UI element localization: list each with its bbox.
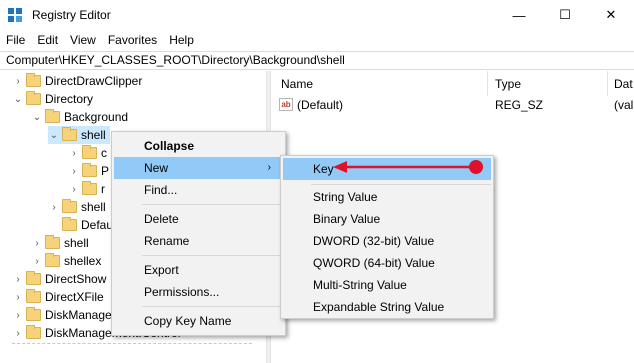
menu-item-collapse[interactable]: Collapse (114, 135, 283, 157)
folder-icon (26, 271, 41, 285)
maximize-button[interactable]: ☐ (542, 0, 588, 30)
expand-chevron-icon[interactable]: › (12, 288, 24, 306)
new-submenu: Key String Value Binary Value DWORD (32-… (280, 155, 494, 319)
column-divider[interactable] (607, 71, 608, 96)
value-data: (val (614, 98, 634, 112)
folder-icon (26, 289, 41, 303)
expand-chevron-icon[interactable]: › (12, 306, 24, 324)
expand-chevron-icon[interactable]: › (31, 234, 43, 252)
tree-item[interactable]: ⌄ Directory (12, 90, 93, 108)
expand-chevron-icon[interactable]: › (68, 162, 80, 180)
collapse-chevron-icon[interactable]: ⌄ (31, 108, 43, 126)
value-name: (Default) (297, 98, 344, 112)
menu-view[interactable]: View (64, 33, 102, 47)
menu-item-new[interactable]: New › (114, 157, 283, 179)
expand-chevron-icon[interactable]: › (68, 144, 80, 162)
menu-item-rename[interactable]: Rename (114, 230, 283, 252)
column-divider[interactable] (487, 71, 488, 96)
title-bar: Registry Editor — ☐ ✕ (0, 0, 634, 30)
window-title: Registry Editor (32, 8, 111, 22)
expand-chevron-icon[interactable]: › (48, 198, 60, 216)
menu-item-delete[interactable]: Delete (114, 208, 283, 230)
folder-icon (26, 91, 41, 105)
menu-edit[interactable]: Edit (31, 33, 64, 47)
address-bar[interactable]: Computer\HKEY_CLASSES_ROOT\Directory\Bac… (0, 51, 634, 70)
column-header-data[interactable]: Dat (614, 77, 633, 91)
value-row[interactable]: ab (Default) REG_SZ (val (271, 96, 634, 114)
folder-icon (45, 253, 60, 267)
column-headers: Name Type Dat (271, 71, 634, 96)
submenu-item-string-value[interactable]: String Value (283, 186, 491, 208)
tree-row-partial (12, 343, 252, 355)
expand-chevron-icon[interactable]: › (68, 180, 80, 198)
submenu-item-expandable-string-value[interactable]: Expandable String Value (283, 296, 491, 318)
menu-help[interactable]: Help (163, 33, 200, 47)
folder-icon (62, 217, 77, 231)
value-type: REG_SZ (495, 98, 544, 112)
registry-app-icon (8, 8, 22, 22)
tree-item[interactable]: › shell (31, 234, 89, 252)
tree-item[interactable]: › shellex (31, 252, 101, 270)
expand-chevron-icon[interactable]: › (12, 72, 24, 90)
menu-item-copy-key-name[interactable]: Copy Key Name (114, 310, 283, 332)
close-button[interactable]: ✕ (588, 0, 634, 30)
submenu-item-binary-value[interactable]: Binary Value (283, 208, 491, 230)
menu-item-find[interactable]: Find... (114, 179, 283, 201)
folder-icon (82, 163, 97, 177)
menu-file[interactable]: File (0, 33, 31, 47)
tree-item[interactable]: › DirectShow (12, 270, 106, 288)
tree-item-selected[interactable]: ⌄ shell (48, 126, 110, 144)
tree-item[interactable]: › shell (48, 198, 106, 216)
tree-item[interactable]: › P (68, 162, 109, 180)
menu-separator (142, 255, 283, 256)
folder-icon (45, 109, 60, 123)
submenu-item-key[interactable]: Key (283, 158, 491, 180)
tree-item[interactable]: › DiskManage (12, 306, 112, 324)
column-header-type[interactable]: Type (495, 77, 521, 91)
collapse-chevron-icon[interactable]: ⌄ (12, 90, 24, 108)
folder-icon (26, 325, 41, 339)
collapse-chevron-icon[interactable]: ⌄ (48, 126, 60, 144)
menu-item-export[interactable]: Export (114, 259, 283, 281)
folder-icon (62, 127, 77, 141)
folder-icon (45, 235, 60, 249)
menu-item-permissions[interactable]: Permissions... (114, 281, 283, 303)
folder-icon (26, 73, 41, 87)
menu-separator (142, 306, 283, 307)
expand-chevron-icon[interactable]: › (12, 324, 24, 342)
expand-chevron-icon[interactable]: › (31, 252, 43, 270)
tree-item[interactable]: › DirectDrawClipper (12, 72, 142, 90)
submenu-item-dword-value[interactable]: DWORD (32-bit) Value (283, 230, 491, 252)
menu-bar: File Edit View Favorites Help (0, 30, 634, 50)
tree-item[interactable]: › DirectXFile (12, 288, 104, 306)
folder-icon (82, 145, 97, 159)
expand-chevron-icon[interactable]: › (12, 270, 24, 288)
menu-favorites[interactable]: Favorites (102, 33, 163, 47)
submenu-item-multi-string-value[interactable]: Multi-String Value (283, 274, 491, 296)
tree-item[interactable]: › r (68, 180, 105, 198)
column-header-name[interactable]: Name (281, 77, 313, 91)
minimize-button[interactable]: — (496, 0, 542, 30)
folder-icon (62, 199, 77, 213)
menu-separator (311, 184, 491, 185)
submenu-item-qword-value[interactable]: QWORD (64-bit) Value (283, 252, 491, 274)
context-menu: Collapse New › Find... Delete Rename Exp… (111, 131, 286, 336)
folder-icon (82, 181, 97, 195)
menu-item-new-label: New (144, 161, 169, 175)
submenu-arrow-icon: › (267, 162, 271, 173)
menu-separator (142, 204, 283, 205)
tree-item[interactable]: ⌄ Background (31, 108, 128, 126)
string-value-icon: ab (279, 98, 293, 111)
folder-icon (26, 307, 41, 321)
tree-item[interactable]: › c (68, 144, 107, 162)
